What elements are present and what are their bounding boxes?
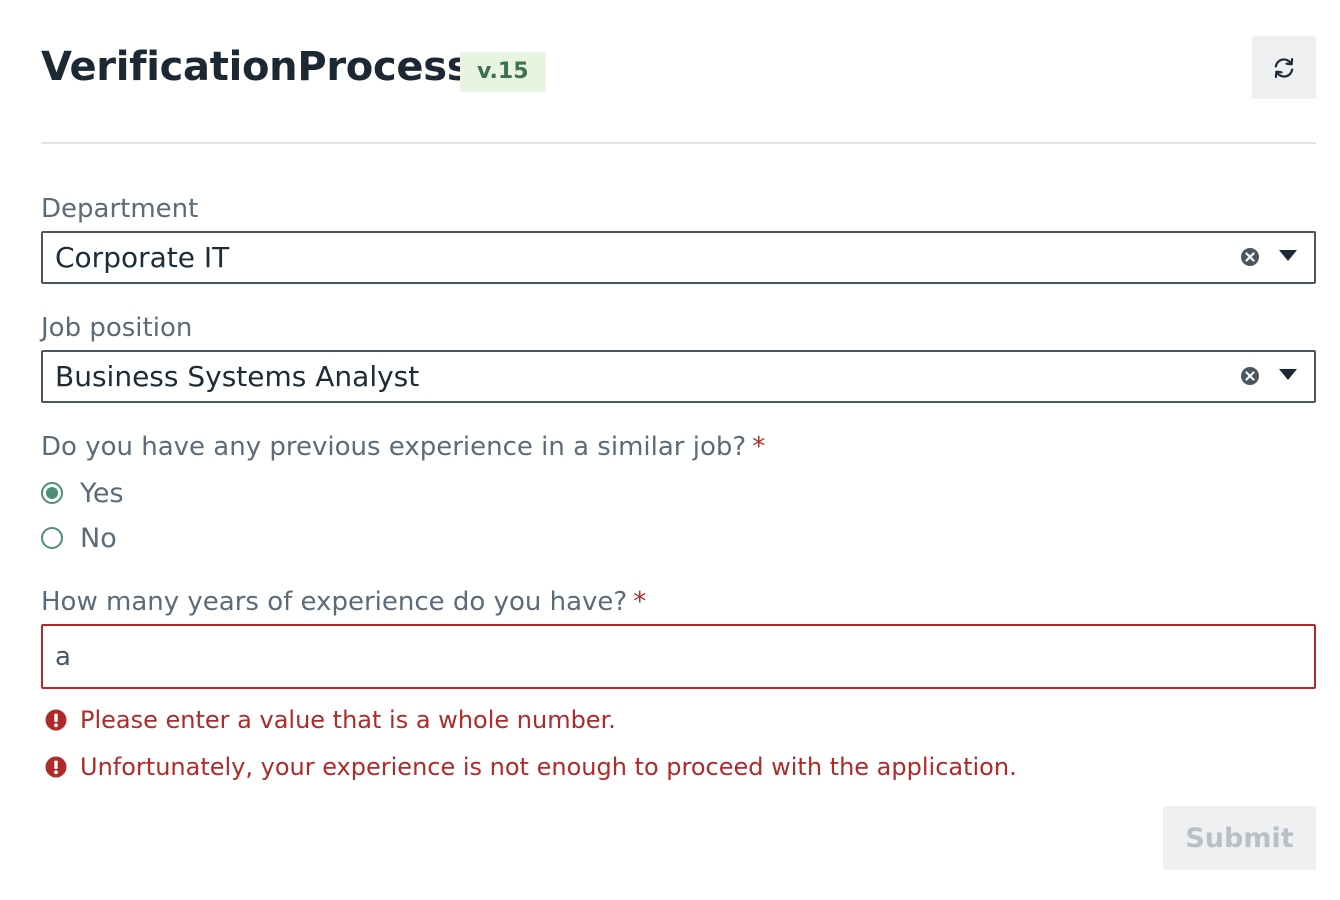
- error-text: Unfortunately, your experience is not en…: [80, 753, 1017, 781]
- radio-option-yes[interactable]: Yes: [41, 475, 124, 511]
- chevron-down-icon[interactable]: [1278, 368, 1298, 382]
- chevron-down-icon[interactable]: [1278, 249, 1298, 263]
- department-select[interactable]: Corporate IT: [41, 231, 1316, 284]
- refresh-icon: [1274, 57, 1294, 78]
- job-position-select[interactable]: Business Systems Analyst: [41, 350, 1316, 403]
- header-divider: [41, 142, 1316, 144]
- header: VerificationProcess v.15: [41, 36, 1316, 100]
- error-icon: [45, 709, 67, 731]
- job-position-label: Job position: [41, 313, 193, 343]
- error-message: Unfortunately, your experience is not en…: [45, 751, 1017, 783]
- refresh-button[interactable]: [1252, 36, 1316, 99]
- years-input[interactable]: [43, 626, 1314, 687]
- radio-option-no[interactable]: No: [41, 520, 117, 556]
- radio-label-yes: Yes: [80, 477, 124, 509]
- department-value: Corporate IT: [55, 241, 230, 274]
- required-mark: *: [752, 432, 766, 462]
- radio-label-no: No: [80, 522, 117, 554]
- submit-button[interactable]: Submit: [1163, 806, 1316, 870]
- version-badge: v.15: [460, 52, 546, 92]
- verification-form-page: VerificationProcess v.15 Department Corp…: [0, 0, 1340, 900]
- radio-button-no[interactable]: [41, 527, 63, 549]
- years-question-label: How many years of experience do you have…: [41, 587, 646, 617]
- error-text: Please enter a value that is a whole num…: [80, 706, 616, 734]
- years-question-text: How many years of experience do you have…: [41, 587, 628, 617]
- experience-question-label: Do you have any previous experience in a…: [41, 432, 765, 462]
- required-mark: *: [633, 587, 647, 617]
- clear-icon[interactable]: [1240, 366, 1260, 386]
- experience-question-text: Do you have any previous experience in a…: [41, 432, 747, 462]
- years-input-wrapper: [41, 624, 1316, 689]
- department-label: Department: [41, 194, 199, 224]
- error-icon: [45, 756, 67, 778]
- page-title: VerificationProcess: [41, 44, 471, 90]
- clear-icon[interactable]: [1240, 247, 1260, 267]
- error-message: Please enter a value that is a whole num…: [45, 704, 616, 736]
- radio-button-yes[interactable]: [41, 482, 63, 504]
- job-position-value: Business Systems Analyst: [55, 360, 420, 393]
